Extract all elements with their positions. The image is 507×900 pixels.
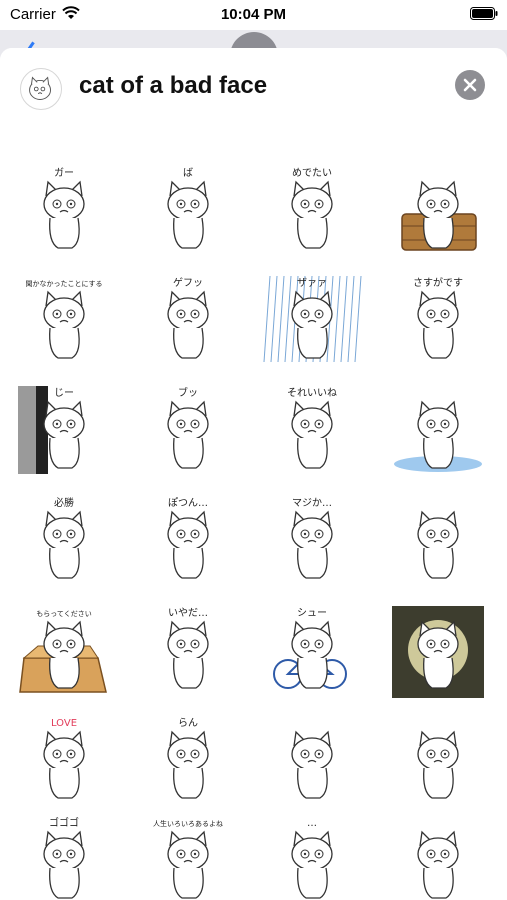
sticker-caption: 人生いろいろあるよね: [153, 819, 223, 828]
sticker-image: ガー: [43, 167, 85, 249]
sticker-image: ブッ: [167, 386, 209, 469]
status-bar: Carrier 10:04 PM: [0, 0, 507, 30]
sticker-cat-leaves-wind[interactable]: [388, 492, 488, 592]
sticker-cat-box-morattekudasai[interactable]: もらってください: [14, 602, 114, 702]
sticker-cat-omedetai[interactable]: めでたい: [262, 162, 362, 262]
sticker-cat-peeking-wall[interactable]: じー: [14, 382, 114, 482]
sticker-grid: ガー ば めでたい聞かなかったことにする ゲフッ ザァァ さすがですじー ブッ それいいね必勝…: [0, 124, 507, 900]
sticker-caption: じー: [54, 387, 74, 399]
sticker-image: じー: [18, 386, 85, 474]
sticker-image: 聞かなかったことにする: [25, 280, 103, 359]
sticker-cat-guitar[interactable]: [388, 712, 488, 812]
sticker-image: [417, 830, 459, 899]
sticker-image: [417, 510, 459, 579]
sticker-cat-love-scarf[interactable]: LOVE: [14, 712, 114, 812]
sticker-image: さすがです: [413, 276, 463, 359]
sticker-caption: ゴゴゴ: [49, 816, 79, 829]
sticker-image: [392, 606, 484, 698]
sticker-cat-toilet[interactable]: [388, 812, 488, 900]
sticker-caption: らん: [178, 717, 198, 729]
sticker-cat-bath-tub[interactable]: [388, 162, 488, 262]
sticker-image: LOVE: [43, 718, 85, 799]
sticker-image: もらってください: [19, 610, 107, 693]
sticker-cat-crying-puddle[interactable]: [388, 382, 488, 482]
sticker-image: ゲフッ: [167, 277, 209, 359]
battery-icon: [470, 7, 498, 20]
sticker-caption: LOVE: [51, 718, 77, 729]
sticker-cat-rain[interactable]: ザァァ: [262, 272, 362, 372]
sticker-image: いやだ…: [167, 607, 209, 689]
sticker-cat-dark-portrait[interactable]: [388, 602, 488, 702]
sticker-image: …: [291, 818, 333, 899]
sticker-caption: 聞かなかったことにする: [25, 280, 102, 288]
close-button[interactable]: [455, 70, 485, 100]
sticker-caption: シュー: [297, 608, 327, 619]
sticker-cat-potsun[interactable]: ぽつん…: [138, 492, 238, 592]
sticker-caption: めでたい: [292, 167, 332, 179]
sticker-caption: マジか…: [292, 497, 332, 509]
sticker-pack-icon[interactable]: [20, 68, 62, 110]
sticker-image: 必勝: [43, 496, 85, 579]
sticker-cat-jinsei-iroiro[interactable]: 人生いろいろあるよね: [138, 812, 238, 900]
sticker-cat-basket-bandana[interactable]: [262, 712, 362, 812]
sticker-image: マジか…: [291, 497, 333, 579]
sticker-caption: もらってください: [36, 610, 91, 618]
sticker-image: ば: [167, 167, 209, 249]
sticker-cat-sore-iine[interactable]: それいいね: [262, 382, 362, 482]
sticker-caption: ゲフッ: [173, 277, 203, 289]
sticker-cat-gogo[interactable]: ゴゴゴ: [14, 812, 114, 900]
sticker-cat-bicycle[interactable]: シュー: [262, 602, 362, 702]
sticker-caption: ば: [183, 167, 193, 179]
sticker-cat-maji-ka[interactable]: マジか…: [262, 492, 362, 592]
sticker-caption: ブッ: [178, 386, 198, 399]
sticker-cat-fart[interactable]: ブッ: [138, 382, 238, 482]
sticker-cat-kikanakatta[interactable]: 聞かなかったことにする: [14, 272, 114, 372]
sticker-image: ザァァ: [263, 275, 362, 363]
sticker-image: 人生いろいろあるよね: [153, 819, 223, 899]
sticker-cat-iyada[interactable]: いやだ…: [138, 602, 238, 702]
sticker-caption: ガー: [54, 167, 74, 179]
sticker-image: めでたい: [291, 167, 333, 249]
sticker-image: それいいね: [287, 387, 337, 469]
sticker-image: らん: [167, 717, 209, 799]
sticker-caption: ぽつん…: [168, 497, 208, 509]
sticker-image: [291, 730, 333, 799]
sticker-image: シュー: [273, 608, 347, 689]
sticker-cat-sasuga-desu[interactable]: さすがです: [388, 272, 488, 372]
sticker-cat-stretching[interactable]: ば: [138, 162, 238, 262]
status-time: 10:04 PM: [220, 6, 287, 23]
sheet-title: cat of a bad face: [79, 72, 268, 99]
sticker-caption: …: [307, 818, 317, 829]
sticker-image: [394, 400, 482, 472]
sticker-sheet: cat of a bad face ガー ば めでたい聞かなかったことにする ゲフッ ザ…: [0, 48, 507, 900]
sticker-cat-lying-spread[interactable]: ガー: [14, 162, 114, 262]
sticker-image: ぽつん…: [167, 497, 209, 579]
sheet-header: cat of a bad face: [0, 48, 507, 124]
sticker-caption: それいいね: [287, 387, 337, 399]
sticker-cat-hisshou[interactable]: 必勝: [14, 492, 114, 592]
close-icon: [463, 78, 477, 92]
sticker-caption: ザァァ: [297, 277, 327, 289]
sticker-caption: さすがです: [413, 276, 463, 289]
sticker-caption: 必勝: [54, 496, 74, 509]
sticker-cat-dancing[interactable]: らん: [138, 712, 238, 812]
sticker-image: ゴゴゴ: [43, 816, 85, 899]
sticker-image: [417, 730, 459, 799]
sticker-cat-lying-smoke[interactable]: ゲフッ: [138, 272, 238, 372]
sticker-cat-ellipsis[interactable]: …: [262, 812, 362, 900]
sticker-image: [401, 180, 477, 251]
sticker-caption: いやだ…: [168, 607, 208, 619]
